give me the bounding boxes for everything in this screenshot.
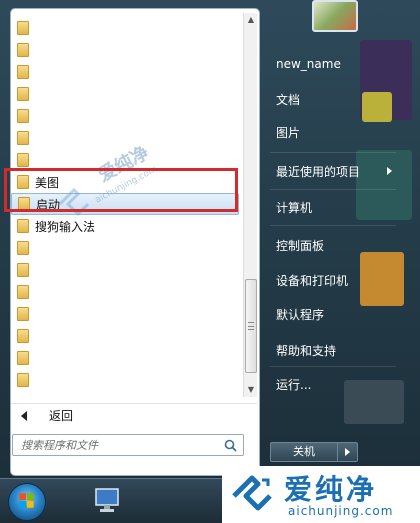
right-item-label: 计算机: [276, 200, 313, 215]
folder-icon: [17, 131, 29, 145]
network-computer-icon[interactable]: [92, 487, 122, 515]
right-item-recent-items[interactable]: 最近使用的项目: [268, 157, 398, 185]
right-divider: [270, 225, 396, 226]
folder-icon: [17, 351, 29, 365]
right-item-label: 图片: [276, 125, 301, 140]
folder-icon: [17, 307, 29, 321]
shutdown-group: 关机: [270, 442, 358, 462]
right-pane: new_name 文档 图片 最近使用的项目 计算机 控制面板 设备和打印机 默…: [262, 0, 420, 478]
right-item-label: new_name: [276, 57, 341, 71]
programs-pane: 美图启动搜狗输入法══ ▲ ▼ 返回: [10, 8, 260, 476]
program-item[interactable]: [11, 325, 239, 347]
right-divider: [270, 152, 396, 153]
search-box[interactable]: [12, 434, 244, 456]
folder-icon: [17, 285, 29, 299]
right-item-run[interactable]: 运行...: [268, 370, 398, 398]
shutdown-options-button[interactable]: [338, 442, 358, 462]
shutdown-button[interactable]: 关机: [270, 442, 338, 462]
program-item[interactable]: [11, 39, 239, 61]
start-menu: 美图启动搜狗输入法══ ▲ ▼ 返回 爱纯净 aichunjing.com ne…: [0, 0, 420, 478]
program-item[interactable]: [11, 303, 239, 325]
right-item-computer[interactable]: 计算机: [268, 193, 398, 221]
folder-icon: [17, 43, 29, 57]
folder-icon: [17, 65, 29, 79]
program-item[interactable]: 搜狗输入法: [11, 215, 239, 237]
right-item-devices-printers[interactable]: 设备和打印机: [268, 266, 398, 294]
brand-name: 爱纯净: [284, 473, 378, 506]
windows-logo-icon: [19, 493, 34, 508]
right-item-pictures[interactable]: 图片: [268, 118, 398, 146]
scroll-up-arrow-icon[interactable]: ▲: [244, 13, 258, 27]
program-item[interactable]: [11, 347, 239, 369]
program-item[interactable]: [11, 369, 239, 391]
right-item-control-panel[interactable]: 控制面板: [268, 231, 398, 259]
folder-icon: [17, 241, 29, 255]
right-item-label: 帮助和支持: [276, 343, 337, 358]
right-item-help-support[interactable]: 帮助和支持: [268, 336, 398, 364]
user-avatar[interactable]: [312, 0, 358, 32]
program-item[interactable]: [11, 105, 239, 127]
brand-watermark: 爱纯净 aichunjing.com: [222, 466, 420, 523]
program-item[interactable]: [11, 17, 239, 39]
brand-url: aichunjing.com: [288, 504, 394, 518]
right-item-user[interactable]: new_name: [268, 50, 398, 78]
folder-icon: [17, 329, 29, 343]
program-item[interactable]: [11, 259, 239, 281]
right-item-label: 文档: [276, 92, 301, 107]
brand-logo-icon: [232, 475, 272, 511]
search-input[interactable]: [21, 438, 217, 452]
program-item[interactable]: [11, 83, 239, 105]
folder-icon: [17, 263, 29, 277]
submenu-arrow-icon: [387, 167, 392, 175]
programs-scrollbar[interactable]: ▲ ▼: [243, 13, 257, 397]
right-item-default-programs[interactable]: 默认程序: [268, 300, 398, 328]
scrollbar-grip-icon: [248, 322, 254, 330]
program-item[interactable]: [11, 281, 239, 303]
chevron-right-icon: [345, 448, 350, 456]
folder-icon: [17, 109, 29, 123]
back-label: 返回: [49, 409, 74, 423]
right-item-documents[interactable]: 文档: [268, 85, 398, 113]
search-icon[interactable]: [224, 439, 237, 452]
scrollbar-thumb[interactable]: [245, 279, 257, 373]
right-item-label: 最近使用的项目: [276, 164, 361, 179]
folder-icon: [17, 219, 29, 233]
back-button[interactable]: 返回: [11, 403, 257, 427]
right-divider: [270, 189, 396, 190]
folder-icon: [17, 87, 29, 101]
right-divider: [270, 366, 396, 367]
windows-start-orb-icon[interactable]: [8, 483, 46, 521]
program-item[interactable]: [11, 61, 239, 83]
folder-icon: [17, 153, 29, 167]
scroll-down-arrow-icon[interactable]: ▼: [244, 383, 258, 397]
program-item[interactable]: [11, 237, 239, 259]
right-item-label: 运行...: [276, 377, 312, 392]
right-item-label: 默认程序: [276, 307, 325, 322]
right-item-label: 设备和打印机: [276, 273, 349, 288]
right-item-label: 控制面板: [276, 238, 325, 253]
folder-icon: [17, 21, 29, 35]
folder-icon: [17, 373, 29, 387]
back-arrow-icon: [21, 410, 27, 421]
red-highlight-annotation: [4, 168, 238, 212]
